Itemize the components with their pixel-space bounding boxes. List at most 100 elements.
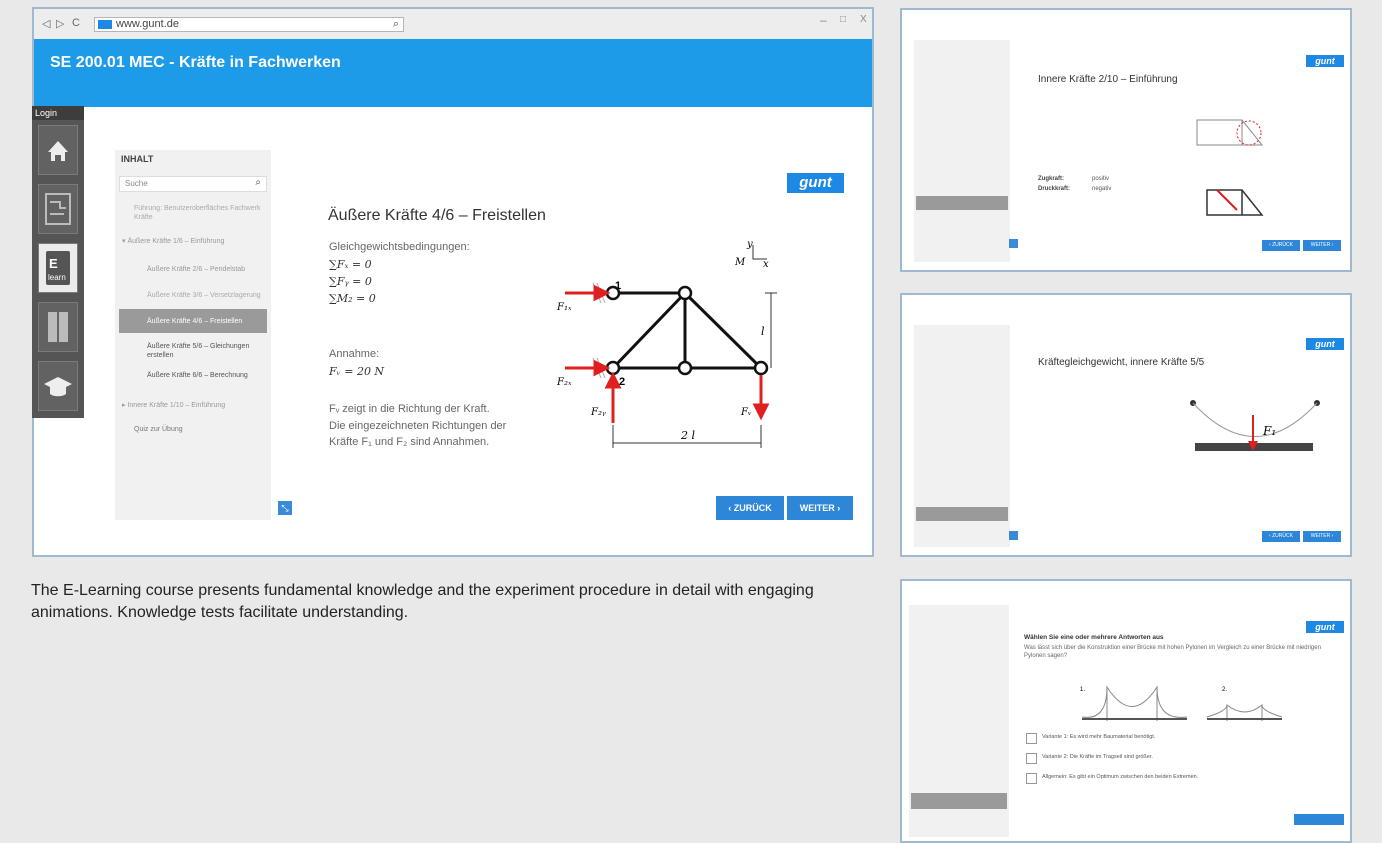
thumb-back-button[interactable]: ‹ ZURÜCK: [1262, 531, 1300, 542]
thumb-next-button[interactable]: WEITER ›: [1303, 531, 1341, 542]
expand-icon[interactable]: [1009, 531, 1018, 540]
gunt-logo: gunt: [1306, 621, 1344, 633]
thumb-toc-panel: [914, 40, 1010, 262]
force-f1-label: F₁ₓ: [556, 302, 572, 313]
thumb-label: Druckkraft:: [1038, 186, 1071, 192]
toc-heading: INHALT: [121, 154, 154, 164]
truss-joints: [605, 285, 769, 376]
toc-item[interactable]: Äußere Kräfte 5/6 – Gleichungen erstelle…: [147, 342, 262, 360]
expand-icon[interactable]: [1009, 239, 1018, 248]
quiz-option-2[interactable]: Variante 2: Die Kräfte im Tragseil sind …: [1042, 754, 1153, 760]
svg-text:learn: learn: [48, 273, 66, 282]
note-line: Kräfte F₁ und F₂ sind Annahmen.: [329, 436, 490, 448]
elearn-icon: Elearn: [46, 251, 70, 285]
thumb-label: Zugkraft:: [1038, 176, 1064, 182]
toc-search-placeholder: Suche: [125, 179, 148, 188]
dim-height-label: l: [761, 325, 765, 338]
thumb-value: negativ: [1092, 186, 1112, 192]
reload-button[interactable]: C: [72, 17, 80, 29]
maximize-button[interactable]: □: [840, 14, 846, 25]
elearn-tool[interactable]: Elearn: [38, 243, 78, 293]
force-f2y-label: F₂ᵧ: [590, 407, 606, 418]
equation-2: ∑Fᵧ = 0: [329, 275, 372, 288]
note-line: Fᵥ zeigt in die Richtung der Kraft.: [329, 403, 490, 415]
thumb-title: Kräftegleichgewicht, innere Kräfte 5/5: [1038, 357, 1205, 368]
dimension-lines: [612, 292, 777, 448]
thumb-next-button[interactable]: WEITER ›: [1303, 240, 1341, 251]
toc-item[interactable]: Führung: Benutzeroberfläches Fachwerk Kr…: [134, 204, 262, 222]
favicon-icon: [98, 20, 112, 29]
thumb-quiz-title: Wählen Sie eine oder mehrere Antworten a…: [1024, 634, 1164, 641]
force-fv-label: Fᵥ: [740, 407, 752, 418]
app-title: SE 200.01 MEC - Kräfte in Fachwerken: [50, 54, 341, 71]
minimize-button[interactable]: –: [820, 13, 827, 27]
thumb-truss-figure: [1196, 119, 1264, 216]
note-line: Die eingezeichneten Richtungen der: [329, 420, 507, 432]
login-button[interactable]: Login: [32, 106, 84, 120]
axes-icon: [752, 245, 767, 260]
toc-item[interactable]: Äußere Kräfte 3/6 – Versetzlagerung: [147, 292, 261, 299]
thumb-bridges-figure: 1. 2.: [1080, 685, 1283, 721]
toc-item[interactable]: Äußere Kräfte 2/6 – Pendelstab: [147, 266, 245, 273]
next-button[interactable]: WEITER ›: [787, 496, 853, 520]
toc-item[interactable]: ▾ Äußere Kräfte 1/6 – Einführung: [122, 237, 224, 245]
gunt-logo: gunt: [1306, 338, 1344, 350]
thumb-toc-selected: [916, 507, 1008, 521]
equilibrium-heading: Gleichgewichtsbedingungen:: [329, 241, 470, 253]
thumb-quiz-question: Was lässt sich über die Konstruktion ein…: [1024, 645, 1321, 659]
thumb-submit-button[interactable]: [1294, 814, 1344, 825]
toc-item[interactable]: Quiz zur Übung: [134, 426, 183, 433]
truss-diagram: y x M 1 2 F₁ₓ F₂ₓ F₂ᵧ Fᵥ l 2 l: [556, 239, 777, 448]
thumb-back-button[interactable]: ‹ ZURÜCK: [1262, 240, 1300, 251]
caption-text: The E-Learning course presents fundament…: [31, 582, 814, 621]
thumbnail-3: gunt Wählen Sie eine oder mehrere Antwor…: [900, 579, 1352, 843]
graduation-cap-icon: [44, 377, 72, 397]
search-icon[interactable]: ⌕: [255, 177, 261, 188]
toc-item-active[interactable]: Äußere Kräfte 4/6 – Freistellen: [147, 318, 242, 325]
thumbnail-1: gunt Innere Kräfte 2/10 – Einführung Zug…: [900, 8, 1352, 272]
equation-1: ∑Fₓ = 0: [329, 258, 372, 271]
assumption-heading: Annahme:: [329, 348, 380, 360]
toc-search-input[interactable]: Suche ⌕: [119, 176, 267, 192]
quiz-option-3[interactable]: Allgemein: Es gibt ein Optimum zwischen …: [1042, 774, 1198, 780]
thumb-value: positiv: [1092, 176, 1110, 182]
expand-icon[interactable]: ⤡: [278, 501, 292, 515]
app-header: SE 200.01 MEC - Kräfte in Fachwerken: [34, 39, 872, 107]
quiz-option-1[interactable]: Variante 1: Es wird mehr Baumaterial ben…: [1042, 734, 1155, 740]
back-button[interactable]: ‹ ZURÜCK: [716, 496, 784, 520]
quiz-checkbox-1[interactable]: [1026, 733, 1037, 744]
quiz-checkbox-2[interactable]: [1026, 753, 1037, 764]
thumb-title: Innere Kräfte 2/10 – Einführung: [1038, 74, 1178, 85]
thumbnail-2: gunt Kräftegleichgewicht, innere Kräfte …: [900, 293, 1352, 557]
quiz-checkbox-3[interactable]: [1026, 773, 1037, 784]
browser-chrome: ◁ ▷ C www.gunt.de ⌕ – □ X: [34, 9, 872, 39]
graduation-tool[interactable]: [38, 361, 78, 411]
back-nav-button[interactable]: ◁: [42, 17, 50, 30]
search-icon[interactable]: ⌕: [393, 18, 399, 31]
thumb-toc-selected: [916, 196, 1008, 210]
bridge-1-label: 1.: [1080, 687, 1085, 693]
svg-text:E: E: [49, 256, 58, 271]
axis-m-label: M: [734, 257, 746, 268]
gunt-logo: gunt: [787, 173, 844, 193]
url-text: www.gunt.de: [116, 18, 179, 30]
close-button[interactable]: X: [860, 14, 867, 25]
login-label: Login: [35, 108, 58, 118]
forward-nav-button[interactable]: ▷: [56, 17, 64, 30]
equation-3: ∑M₂ = 0: [329, 292, 376, 305]
assumption-equation: Fᵥ = 20 N: [329, 365, 385, 378]
axis-y-label: y: [746, 239, 753, 250]
force-f2-label: F₂ₓ: [556, 377, 572, 388]
toc-item[interactable]: ▸ Innere Kräfte 1/10 – Einführung: [122, 401, 225, 409]
toc-item[interactable]: Äußere Kräfte 6/6 – Berechnung: [147, 372, 248, 379]
circuit-tool[interactable]: [38, 184, 78, 234]
home-icon: [48, 141, 68, 161]
force-arrows: [565, 284, 770, 423]
slide-title: Äußere Kräfte 4/6 – Freistellen: [328, 207, 546, 224]
thumb-toc-selected: [911, 793, 1007, 809]
bridge-2-label: 2.: [1222, 687, 1227, 693]
book-tool[interactable]: [38, 302, 78, 352]
home-tool[interactable]: [38, 125, 78, 175]
url-bar[interactable]: www.gunt.de ⌕: [94, 17, 404, 32]
axis-x-label: x: [763, 259, 769, 270]
